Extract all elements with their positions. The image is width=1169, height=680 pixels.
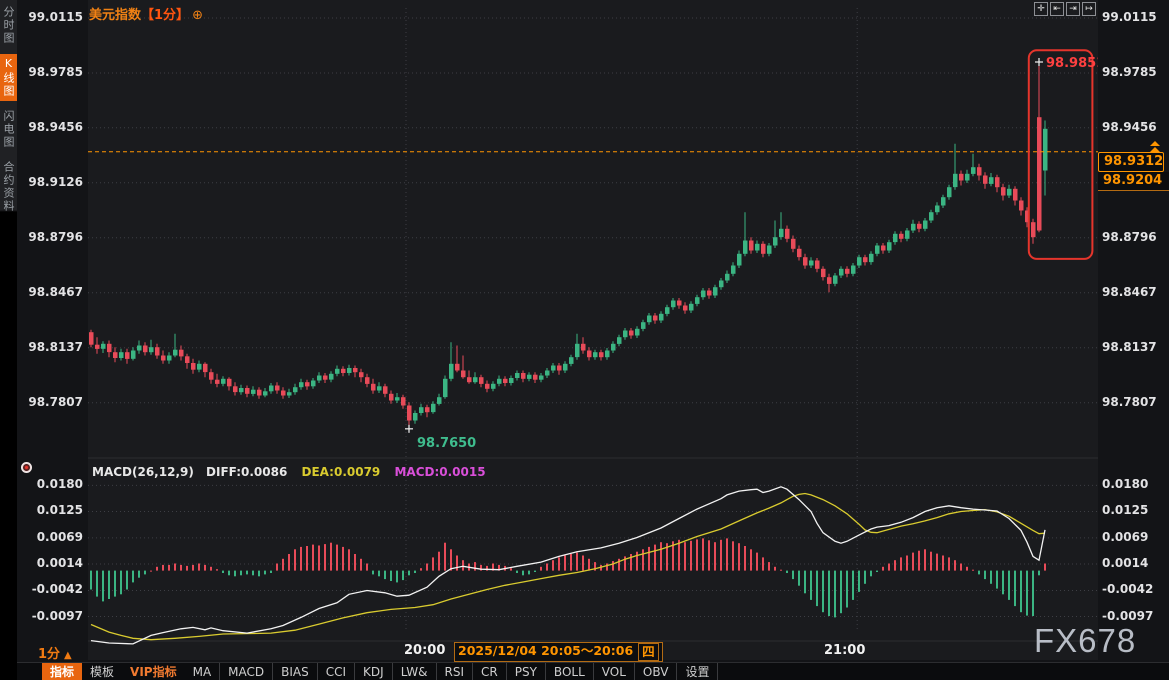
y-axis-label: 99.0115 xyxy=(1102,10,1166,24)
y-axis-label: 0.0125 xyxy=(17,503,83,517)
y-axis-label: 98.9456 xyxy=(1102,120,1166,134)
y-axis-label: -0.0042 xyxy=(1102,582,1166,596)
y-axis-label: 98.8137 xyxy=(1102,340,1166,354)
period-label: 【1分】 xyxy=(141,8,189,23)
toolbar-item[interactable]: VOL xyxy=(594,663,635,680)
sidebar-item[interactable]: 分时图 xyxy=(0,3,17,48)
toolbar-item[interactable]: BIAS xyxy=(273,663,318,680)
high-price-annotation: 98.9851 xyxy=(1046,56,1098,71)
y-axis-label: 98.9456 xyxy=(17,120,83,134)
sidebar-item[interactable]: 合约资料 xyxy=(0,158,17,216)
price-chart-canvas[interactable]: 98.9851 98.7650 xyxy=(88,0,1098,660)
toolbar-item[interactable]: MACD xyxy=(220,663,273,680)
low-price-annotation: 98.7650 xyxy=(417,436,476,451)
toolbar-item[interactable]: 指标 xyxy=(42,663,82,680)
indicator-toolbar: 指标模板VIP指标MAMACDBIASCCIKDJLW&RSICRPSYBOLL… xyxy=(17,662,1169,680)
y-axis-label: 98.8796 xyxy=(17,230,83,244)
y-axis-label: 0.0069 xyxy=(1102,530,1166,544)
y-axis-label: 0.0180 xyxy=(1102,477,1166,491)
y-axis-label: 99.0115 xyxy=(17,10,83,24)
y-axis-label: 98.9785 xyxy=(17,65,83,79)
live-indicator-icon xyxy=(21,462,32,473)
y-axis-label: 0.0125 xyxy=(1102,503,1166,517)
macd-value: MACD:0.0015 xyxy=(394,465,485,479)
symbol-name: 美元指数 xyxy=(89,8,141,23)
compress-left-axis-icon[interactable]: ⇤ xyxy=(1050,2,1064,16)
macd-header: MACD(26,12,9) DIFF:0.0086 DEA:0.0079 MAC… xyxy=(92,465,486,479)
chart-app: 分时图 K线图闪电图合约资料 98.9851 98.7650 美元指数【1分】⊕ ✛… xyxy=(0,0,1169,680)
y-axis-label: 98.7807 xyxy=(1102,395,1166,409)
dea-value: DEA:0.0079 xyxy=(302,465,381,479)
y-axis-label: 98.8796 xyxy=(1102,230,1166,244)
toolbar-item[interactable]: VIP指标 xyxy=(122,663,185,680)
y-axis-label: 98.8467 xyxy=(1102,285,1166,299)
x-axis-label: 20:00 xyxy=(404,643,445,658)
compress-right-axis-icon[interactable]: ⇥ xyxy=(1066,2,1080,16)
weekday-badge: 四 xyxy=(638,643,659,661)
y-axis-label: 98.9126 xyxy=(17,175,83,189)
y-axis-label: 0.0014 xyxy=(1102,556,1166,570)
chart-title: 美元指数【1分】⊕ xyxy=(89,4,203,23)
period-selector[interactable]: 1分▲ xyxy=(38,643,72,662)
last-price-box: 98.9312 xyxy=(1098,152,1164,172)
diff-value: DIFF:0.0086 xyxy=(206,465,287,479)
plot-background xyxy=(88,0,1098,660)
toolbar-item[interactable]: 模板 xyxy=(82,663,122,680)
session-info-box: 2025/12/04 20:05～20:06四 xyxy=(454,642,663,662)
toolbar-item[interactable]: CCI xyxy=(318,663,355,680)
add-indicator-icon[interactable]: ⊕ xyxy=(192,8,203,23)
y-axis-label: 0.0014 xyxy=(17,556,83,570)
sidebar-item[interactable]: K线图 xyxy=(0,54,17,101)
y-axis-label: 98.9785 xyxy=(1102,65,1166,79)
y-axis-label: -0.0097 xyxy=(17,609,83,623)
toolbar-item[interactable]: MA xyxy=(185,663,221,680)
sidebar-item[interactable]: 闪电图 xyxy=(0,107,17,152)
toolbar-item[interactable]: BOLL xyxy=(546,663,594,680)
sidebar: 分时图 K线图闪电图合约资料 xyxy=(0,0,17,680)
pan-icon[interactable]: ✛ xyxy=(1034,2,1048,16)
toolbar-item[interactable]: RSI xyxy=(437,663,474,680)
y-axis-label: 98.8137 xyxy=(17,340,83,354)
toolbar-item[interactable]: PSY xyxy=(507,663,546,680)
y-axis-label: -0.0097 xyxy=(1102,609,1166,623)
y-axis-label: 98.7807 xyxy=(17,395,83,409)
price-up-arrows-icon xyxy=(1150,141,1160,153)
toolbar-item[interactable]: CR xyxy=(473,663,507,680)
toolbar-item[interactable]: LW& xyxy=(393,663,437,680)
macd-params: MACD(26,12,9) xyxy=(92,465,194,479)
y-axis-label: 0.0069 xyxy=(17,530,83,544)
time-axis-row: 1分▲ 20:00 2025/12/04 20:05～20:06四 21:00 xyxy=(0,641,1169,662)
watermark: FX678 xyxy=(1034,622,1136,660)
x-axis-label: 21:00 xyxy=(824,643,865,658)
toolbar-item[interactable]: 设置 xyxy=(677,663,718,680)
prev-close-box: 98.9204 xyxy=(1098,172,1169,191)
window-controls: ✛⇤⇥↦ xyxy=(1034,2,1096,16)
y-axis-label: 0.0180 xyxy=(17,477,83,491)
jump-to-latest-icon[interactable]: ↦ xyxy=(1082,2,1096,16)
chevron-up-icon: ▲ xyxy=(64,650,72,661)
toolbar-item[interactable]: OBV xyxy=(635,663,678,680)
y-axis-label: 98.8467 xyxy=(17,285,83,299)
y-axis-label: -0.0042 xyxy=(17,582,83,596)
toolbar-item[interactable]: KDJ xyxy=(355,663,393,680)
